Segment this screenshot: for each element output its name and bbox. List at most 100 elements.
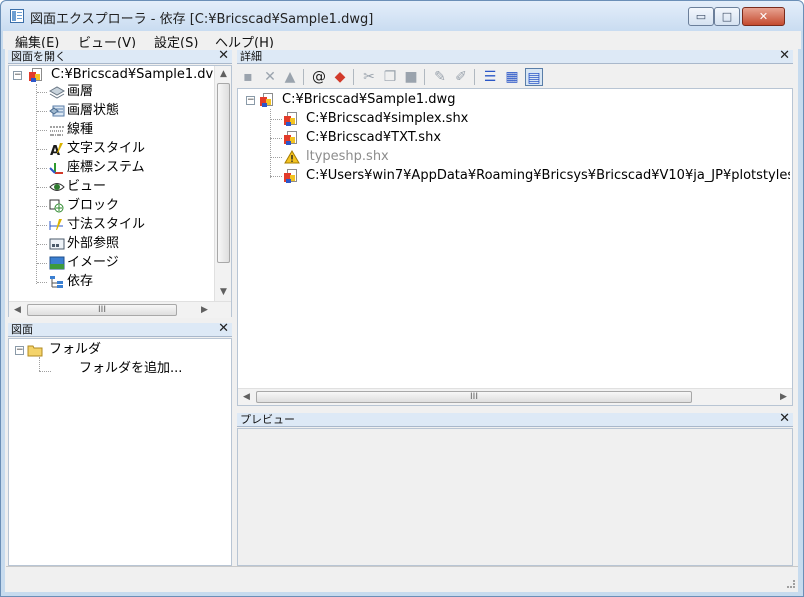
folder-collapse-toggle[interactable]: − — [15, 346, 24, 355]
add-folder-label: フォルダを追加... — [79, 361, 183, 376]
add-folder-item[interactable]: フォルダを追加... — [79, 360, 229, 378]
tree-folder[interactable]: フォルダ — [27, 341, 207, 359]
save-tool-icon[interactable]: ▪ — [239, 68, 257, 86]
preview-area — [237, 428, 793, 566]
tree-item-layers[interactable]: 画層 — [37, 83, 207, 101]
icon-view-icon[interactable]: ▦ — [503, 68, 521, 86]
edit-tool-icon[interactable]: ✎ — [431, 68, 449, 86]
tree-item-text-styles[interactable]: A 文字スタイル — [37, 140, 207, 158]
text-style-icon: A — [50, 143, 63, 156]
warning-icon — [284, 150, 300, 164]
tree-item-views[interactable]: ビュー — [37, 178, 207, 196]
maximize-button[interactable]: □ — [714, 7, 740, 26]
folder-icon — [27, 345, 43, 357]
details-collapse-toggle[interactable]: − — [246, 96, 255, 105]
open-drawing-tool-icon[interactable]: ◆ — [331, 68, 349, 86]
app-icon[interactable] — [10, 9, 24, 23]
dependency-row-missing[interactable]: ltypeshp.shx — [270, 148, 570, 166]
left-vertical-scrollbar[interactable]: ▲ ▼ — [214, 66, 231, 301]
delete-tool-icon[interactable]: ✕ — [261, 68, 279, 86]
scroll-up-arrow-icon[interactable]: ▲ — [215, 66, 232, 83]
purge-tool-icon[interactable]: ▲ — [281, 68, 299, 86]
menu-bar: 編集(E) ビュー(V) 設定(S) ヘルプ(H) — [3, 31, 801, 51]
left-vscroll-thumb[interactable] — [217, 83, 230, 263]
details-scroll-left-arrow-icon[interactable]: ◀ — [238, 389, 255, 406]
drawings-header: 図面 ✕ — [8, 322, 232, 337]
details-hscroll-thumb[interactable]: III — [256, 391, 692, 403]
tree-root-drawing[interactable]: C:¥Bricscad¥Sample1.dv — [29, 66, 229, 84]
details-tree[interactable]: − C:¥Bricscad¥Sample1.dwg C:¥Bricscad¥si… — [237, 88, 793, 406]
dwg-file-icon — [29, 68, 43, 82]
open-drawings-close-icon[interactable]: ✕ — [218, 49, 229, 63]
close-button[interactable]: ✕ — [742, 7, 785, 26]
dependency-row[interactable]: C:¥Bricscad¥TXT.shx — [270, 129, 570, 147]
dependency-label: ltypeshp.shx — [306, 149, 389, 164]
resize-grip-icon[interactable] — [787, 580, 795, 588]
drawings-tree[interactable]: − フォルダ フォルダを追加... — [8, 338, 232, 566]
copy-tool-icon[interactable]: ❐ — [381, 68, 399, 86]
dependencies-icon — [50, 276, 63, 288]
minimize-button[interactable]: ▭ — [688, 7, 714, 26]
tree-item-layer-states[interactable]: 画層状態 — [37, 102, 207, 120]
paste-tool-icon[interactable]: ■ — [402, 68, 420, 86]
drawings-title: 図面 — [11, 323, 33, 336]
tree-item-linetypes-label: 線種 — [67, 122, 94, 137]
details-root-label: C:¥Bricscad¥Sample1.dwg — [282, 92, 456, 107]
left-hscroll-thumb[interactable]: III — [27, 304, 177, 316]
tree-item-images-label: イメージ — [67, 255, 119, 270]
window-title: 図面エクスプローラ - 依存 [C:¥Bricscad¥Sample1.dwg] — [30, 12, 374, 27]
details-scroll-right-arrow-icon[interactable]: ▶ — [775, 389, 792, 406]
scroll-down-arrow-icon[interactable]: ▼ — [215, 284, 232, 301]
open-drawings-tree[interactable]: − C:¥Bricscad¥Sample1.dv 画層 画層状態 線種 A 文字… — [8, 65, 232, 318]
plotstyle-file-icon — [284, 169, 298, 183]
layer-states-icon — [49, 105, 65, 117]
tree-item-images[interactable]: イメージ — [37, 254, 207, 272]
dependency-label: C:¥Users¥win7¥AppData¥Roaming¥Bricsys¥Br… — [306, 168, 790, 183]
tree-item-text-styles-label: 文字スタイル — [67, 141, 146, 156]
tree-item-layers-label: 画層 — [67, 84, 94, 99]
title-bar[interactable]: 図面エクスプローラ - 依存 [C:¥Bricscad¥Sample1.dwg]… — [1, 1, 803, 31]
edit-all-tool-icon[interactable]: ✐ — [452, 68, 470, 86]
list-view-icon[interactable]: ☰ — [481, 68, 499, 86]
tree-item-dimension-styles[interactable]: 寸法スタイル — [37, 216, 207, 234]
details-close-icon[interactable]: ✕ — [779, 49, 790, 63]
tree-item-blocks[interactable]: ブロック — [37, 197, 207, 215]
dependency-label: C:¥Bricscad¥simplex.shx — [306, 111, 469, 126]
dependency-label: C:¥Bricscad¥TXT.shx — [306, 130, 442, 145]
preview-header: プレビュー ✕ — [237, 412, 793, 427]
tree-item-xrefs[interactable]: 外部参照 — [37, 235, 207, 253]
status-bar — [6, 566, 798, 590]
tree-item-dependencies[interactable]: 依存 — [37, 273, 207, 291]
tree-item-dimension-styles-label: 寸法スタイル — [67, 217, 146, 232]
preview-close-icon[interactable]: ✕ — [779, 412, 790, 426]
left-horizontal-scrollbar[interactable]: ◀ III ▶ — [9, 301, 231, 318]
tree-root-label: C:¥Bricscad¥Sample1.dv — [51, 67, 214, 82]
drawings-close-icon[interactable]: ✕ — [218, 322, 229, 336]
scroll-left-arrow-icon[interactable]: ◀ — [9, 302, 26, 319]
tree-item-ucs[interactable]: 座標システム — [37, 159, 207, 177]
details-horizontal-scrollbar[interactable]: ◀ III ▶ — [238, 388, 792, 405]
dependency-row[interactable]: C:¥Bricscad¥simplex.shx — [270, 110, 570, 128]
dependency-row[interactable]: C:¥Users¥win7¥AppData¥Roaming¥Bricsys¥Br… — [270, 167, 790, 185]
open-drawings-header: 図面を開く ✕ — [8, 49, 232, 64]
open-drawings-title: 図面を開く — [11, 50, 66, 63]
details-title: 詳細 — [240, 50, 262, 63]
block-icon — [49, 199, 64, 213]
cut-tool-icon[interactable]: ✂ — [360, 68, 378, 86]
eye-icon — [49, 183, 65, 191]
tree-item-linetypes[interactable]: 線種 — [37, 121, 207, 139]
folder-label: フォルダ — [49, 342, 102, 357]
tree-item-xrefs-label: 外部参照 — [67, 236, 120, 251]
details-header: 詳細 ✕ — [237, 49, 793, 64]
ucs-icon — [49, 163, 63, 174]
scroll-right-arrow-icon[interactable]: ▶ — [196, 302, 213, 319]
tree-item-ucs-label: 座標システム — [67, 160, 145, 175]
refresh-tool-icon[interactable]: @ — [310, 68, 328, 86]
details-root[interactable]: C:¥Bricscad¥Sample1.dwg — [260, 91, 560, 109]
tree-item-blocks-label: ブロック — [67, 198, 120, 213]
tree-view-icon[interactable]: ▤ — [525, 68, 543, 86]
tree-item-views-label: ビュー — [67, 179, 107, 194]
xref-icon — [49, 238, 65, 250]
collapse-toggle[interactable]: − — [13, 71, 22, 80]
dimension-style-icon — [49, 219, 63, 230]
